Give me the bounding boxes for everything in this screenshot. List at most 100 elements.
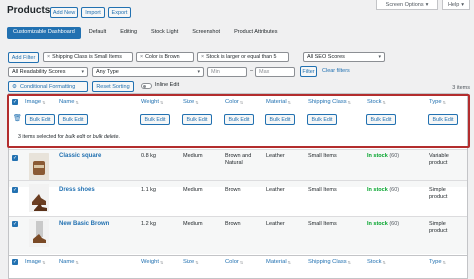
column-header-image[interactable]: Image ⇅	[25, 99, 45, 105]
sort-icon: ⇅	[195, 99, 199, 105]
view-tabs: Customizable Dashboard Default Editing S…	[7, 27, 284, 39]
bulk-edit-material-button[interactable]: Bulk Edit	[265, 114, 295, 125]
material-cell: Leather	[266, 221, 285, 227]
type-select-value: Any Type	[96, 69, 119, 75]
chevron-down-icon: ▾	[461, 1, 465, 8]
column-header-color[interactable]: Color ⇅	[225, 99, 243, 105]
product-name-link[interactable]: New Basic Brown	[59, 221, 109, 227]
bulk-edit-image-button[interactable]: Bulk Edit	[25, 114, 55, 125]
type-cell: Simple product	[429, 221, 448, 234]
screen-options-button[interactable]: Screen Options ▾	[376, 0, 438, 10]
close-icon[interactable]: ×	[47, 54, 50, 60]
filter-chip-label: Shipping Class is Small Items	[52, 54, 122, 60]
bulk-edit-link[interactable]: bulk edit	[65, 134, 85, 140]
column-header-stock[interactable]: Stock ⇅	[367, 99, 386, 105]
sort-icon: ⇅	[382, 259, 386, 265]
product-name-link[interactable]: Classic square	[59, 153, 101, 159]
footer-header-image[interactable]: Image ⇅	[25, 259, 45, 265]
close-icon[interactable]: ×	[140, 54, 143, 60]
filter-button[interactable]: Filter	[300, 66, 317, 77]
product-thumbnail[interactable]	[29, 184, 49, 212]
chevron-down-icon: ▾	[81, 69, 84, 75]
column-header-type[interactable]: Type ⇅	[429, 99, 446, 105]
inline-edit-toggle[interactable]	[141, 83, 152, 89]
bulk-delete-link[interactable]: bulk delete	[93, 134, 119, 140]
footer-header-shipping-class[interactable]: Shipping Class ⇅	[308, 259, 351, 265]
selection-note: 3 items selected for bulk edit or bulk d…	[18, 134, 120, 140]
inline-edit-label: Inline Edit	[155, 82, 180, 88]
footer-header-stock[interactable]: Stock ⇅	[367, 259, 386, 265]
footer-header-weight[interactable]: Weight ⇅	[141, 259, 163, 265]
filter-chip-color[interactable]: × Color is Brown	[136, 52, 194, 62]
price-max-input[interactable]: Max	[255, 67, 295, 77]
material-cell: Leather	[266, 187, 285, 193]
help-button[interactable]: Help ▾	[442, 0, 470, 10]
tab-default[interactable]: Default	[83, 27, 112, 39]
footer-header-type[interactable]: Type ⇅	[429, 259, 446, 265]
stock-cell: In stock (60)	[367, 153, 400, 159]
size-cell: Medium	[183, 221, 203, 227]
weight-cell: 0.8 kg	[141, 153, 156, 159]
shipping-class-cell: Small Items	[308, 153, 337, 159]
footer-header-name[interactable]: Name ⇅	[59, 259, 79, 265]
filter-chip-stock[interactable]: × Stock is larger or equal than 5	[197, 52, 289, 62]
import-button[interactable]: Import	[81, 7, 105, 18]
clear-filters-link[interactable]: Clear filters	[322, 68, 350, 74]
bulk-edit-stock-button[interactable]: Bulk Edit	[366, 114, 396, 125]
filter-chip-shipping[interactable]: × Shipping Class is Small Items	[43, 52, 133, 62]
seo-score-select[interactable]: All SEO Scores ▾	[303, 52, 385, 62]
product-name-link[interactable]: Dress shoes	[59, 187, 95, 193]
tab-customizable-dashboard[interactable]: Customizable Dashboard	[7, 27, 81, 39]
stock-cell: In stock (60)	[367, 187, 400, 193]
readability-select[interactable]: All Readability Scores ▾	[8, 67, 88, 77]
readability-select-value: All Readability Scores	[12, 69, 66, 75]
screen-options-label: Screen Options	[385, 1, 424, 8]
row-checkbox[interactable]: ✓	[12, 221, 18, 227]
type-cell: Variable product	[429, 153, 449, 166]
tab-editing[interactable]: Editing	[114, 27, 143, 39]
product-image-icon	[29, 153, 49, 181]
add-filter-button[interactable]: Add Filter	[8, 52, 39, 63]
bulk-edit-name-button[interactable]: Bulk Edit	[58, 114, 88, 125]
footer-header-color[interactable]: Color ⇅	[225, 259, 243, 265]
close-icon[interactable]: ×	[201, 54, 204, 60]
reset-sorting-button[interactable]: Reset Sorting	[92, 81, 134, 92]
table-row	[9, 180, 467, 218]
bulk-edit-type-button[interactable]: Bulk Edit	[428, 114, 458, 125]
trash-icon[interactable]: 🗑	[13, 114, 22, 122]
row-checkbox[interactable]: ✓	[12, 155, 18, 161]
weight-cell: 1.1 kg	[141, 187, 156, 193]
bulk-edit-size-button[interactable]: Bulk Edit	[182, 114, 212, 125]
sort-icon: ⇅	[287, 99, 291, 105]
sort-icon: ⇅	[287, 259, 291, 265]
size-cell: Medium	[183, 187, 203, 193]
select-all-checkbox[interactable]: ✓	[12, 99, 18, 105]
weight-cell: 1.2 kg	[141, 221, 156, 227]
bulk-edit-shipping-button[interactable]: Bulk Edit	[307, 114, 337, 125]
filter-chip-label: Stock is larger or equal than 5	[206, 54, 277, 60]
column-header-name[interactable]: Name ⇅	[59, 99, 79, 105]
sort-icon: ⇅	[442, 259, 446, 265]
column-header-material[interactable]: Material ⇅	[266, 99, 291, 105]
sort-icon: ⇅	[382, 99, 386, 105]
column-header-size[interactable]: Size ⇅	[183, 99, 199, 105]
product-thumbnail[interactable]	[29, 219, 49, 247]
row-checkbox[interactable]: ✓	[12, 187, 18, 193]
footer-header-material[interactable]: Material ⇅	[266, 259, 291, 265]
add-new-button[interactable]: Add New	[50, 7, 78, 18]
footer-header-size[interactable]: Size ⇅	[183, 259, 199, 265]
tab-screenshot[interactable]: Screenshot	[186, 27, 226, 39]
product-thumbnail[interactable]	[29, 153, 49, 181]
conditional-formatting-button[interactable]: ⚙ Conditional Formatting	[8, 81, 88, 92]
tab-product-attributes[interactable]: Product Attributes	[228, 27, 283, 39]
select-all-checkbox-footer[interactable]: ✓	[12, 259, 18, 265]
export-button[interactable]: Export	[108, 7, 131, 18]
bulk-edit-color-button[interactable]: Bulk Edit	[224, 114, 254, 125]
product-type-select[interactable]: Any Type ▾	[92, 67, 204, 77]
price-min-input[interactable]: Min	[207, 67, 247, 77]
bulk-edit-weight-button[interactable]: Bulk Edit	[140, 114, 170, 125]
stock-cell: In stock (60)	[367, 221, 400, 227]
column-header-weight[interactable]: Weight ⇅	[141, 99, 163, 105]
column-header-shipping-class[interactable]: Shipping Class ⇅	[308, 99, 351, 105]
tab-stock-light[interactable]: Stock Light	[145, 27, 184, 39]
